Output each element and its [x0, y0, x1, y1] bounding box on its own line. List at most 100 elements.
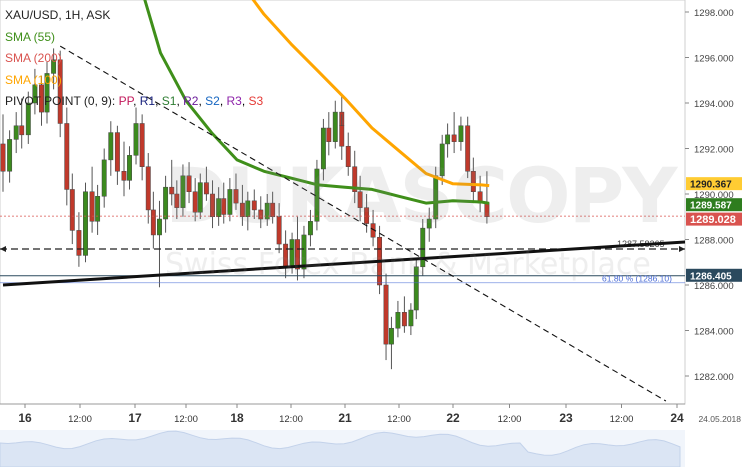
candle — [186, 162, 192, 204]
candle-body — [101, 159, 107, 197]
x-tick-label: 12:00 — [174, 414, 198, 425]
price-tag-support: 1286.405 — [686, 268, 742, 282]
x-tick-label: 12:00 — [387, 414, 411, 425]
candle — [108, 121, 114, 176]
support-trendline — [2, 240, 685, 287]
candle-body — [401, 312, 407, 327]
candle-body — [465, 125, 471, 172]
candle — [13, 112, 19, 154]
candle — [395, 300, 401, 338]
y-tick-label: 1296.000 — [694, 54, 734, 65]
candle-body — [295, 239, 300, 270]
candle — [332, 100, 338, 149]
candle-body — [451, 134, 457, 142]
legend-sma55[interactable]: SMA (55) — [5, 27, 263, 49]
candle-body — [301, 234, 307, 270]
candle — [383, 273, 389, 361]
x-tick-label: 16 — [18, 411, 32, 425]
y-tick-label: 1286.000 — [694, 281, 734, 292]
candle — [458, 116, 464, 151]
sma100-line — [251, 0, 490, 188]
candle-body — [345, 145, 351, 167]
candle-body — [157, 218, 162, 236]
candle — [345, 132, 351, 176]
candle-body — [69, 189, 75, 231]
candle — [127, 146, 132, 190]
candle — [245, 191, 251, 231]
candle-body — [89, 191, 95, 222]
candle — [174, 180, 180, 220]
candle — [388, 316, 394, 370]
candle — [413, 257, 419, 320]
candle — [270, 191, 276, 224]
legend-pivot-point[interactable]: PIVOT POINT (0, 9): PP, R1, S1, R2, S2, … — [5, 91, 263, 113]
candle — [7, 130, 13, 183]
candle-body — [270, 202, 276, 218]
candle-body — [139, 123, 145, 167]
candle-body — [83, 191, 88, 256]
legend-pivot-s2: S2 — [205, 94, 220, 108]
candle — [139, 114, 145, 181]
candle — [364, 194, 370, 233]
candle — [0, 114, 6, 192]
candle — [301, 225, 307, 279]
y-tick-label: 1282.000 — [694, 372, 734, 383]
x-tick-label: 12:00 — [279, 414, 303, 425]
candle — [233, 173, 239, 210]
candle — [83, 182, 88, 263]
candle — [326, 112, 332, 156]
candle-body — [108, 132, 114, 161]
candle-body — [127, 155, 132, 181]
candle — [216, 187, 222, 226]
candle-body — [19, 125, 25, 136]
candle — [470, 157, 476, 204]
candle-body — [283, 243, 289, 268]
candle-body — [133, 123, 139, 156]
candle-body — [221, 198, 227, 215]
candle-body — [484, 202, 490, 218]
candle-body — [320, 127, 326, 170]
candle — [477, 175, 483, 213]
legend-pivot-r2: R2 — [183, 94, 199, 108]
candle-body — [339, 125, 345, 147]
candle — [89, 166, 95, 233]
candle — [150, 191, 156, 249]
price-tag-label: 1290.367 — [690, 180, 732, 191]
candle-body — [216, 198, 222, 218]
candle-body — [470, 171, 476, 192]
candle-body — [121, 171, 127, 181]
candle-body — [307, 221, 313, 236]
legend-pivot-prefix: PIVOT POINT (0, 9): — [5, 94, 116, 108]
candle-body — [420, 227, 426, 268]
price-tag-sma55: 1289.587 — [686, 198, 742, 212]
candle-body — [203, 182, 209, 195]
candle — [145, 153, 151, 224]
candle-body — [426, 218, 432, 229]
candle — [64, 107, 70, 206]
candle — [76, 212, 82, 267]
candle — [451, 112, 457, 154]
candle — [276, 203, 282, 254]
candle — [465, 116, 471, 179]
candle — [352, 150, 358, 204]
candle-body — [445, 134, 451, 145]
legend-sma100[interactable]: SMA (100) — [5, 70, 263, 92]
candle-body — [192, 191, 198, 213]
y-tick-label: 1292.000 — [694, 145, 734, 156]
candle-body — [210, 193, 215, 217]
candle-body — [169, 186, 175, 195]
candle-body — [150, 209, 156, 236]
candle-body — [7, 139, 13, 172]
y-tick-label: 1298.000 — [694, 8, 734, 19]
x-tick-label: 24 — [670, 411, 684, 425]
candle-body — [174, 193, 180, 208]
candle-body — [197, 182, 203, 213]
candle — [221, 182, 227, 224]
price-tag-last_price: 1289.028 — [686, 212, 742, 226]
candle-body — [413, 266, 419, 311]
candle-body — [0, 143, 6, 172]
dashed-level-arrow-left — [0, 245, 6, 252]
candle-body — [357, 191, 363, 208]
legend-sma200[interactable]: SMA (200) — [5, 48, 263, 70]
candle — [357, 175, 363, 222]
